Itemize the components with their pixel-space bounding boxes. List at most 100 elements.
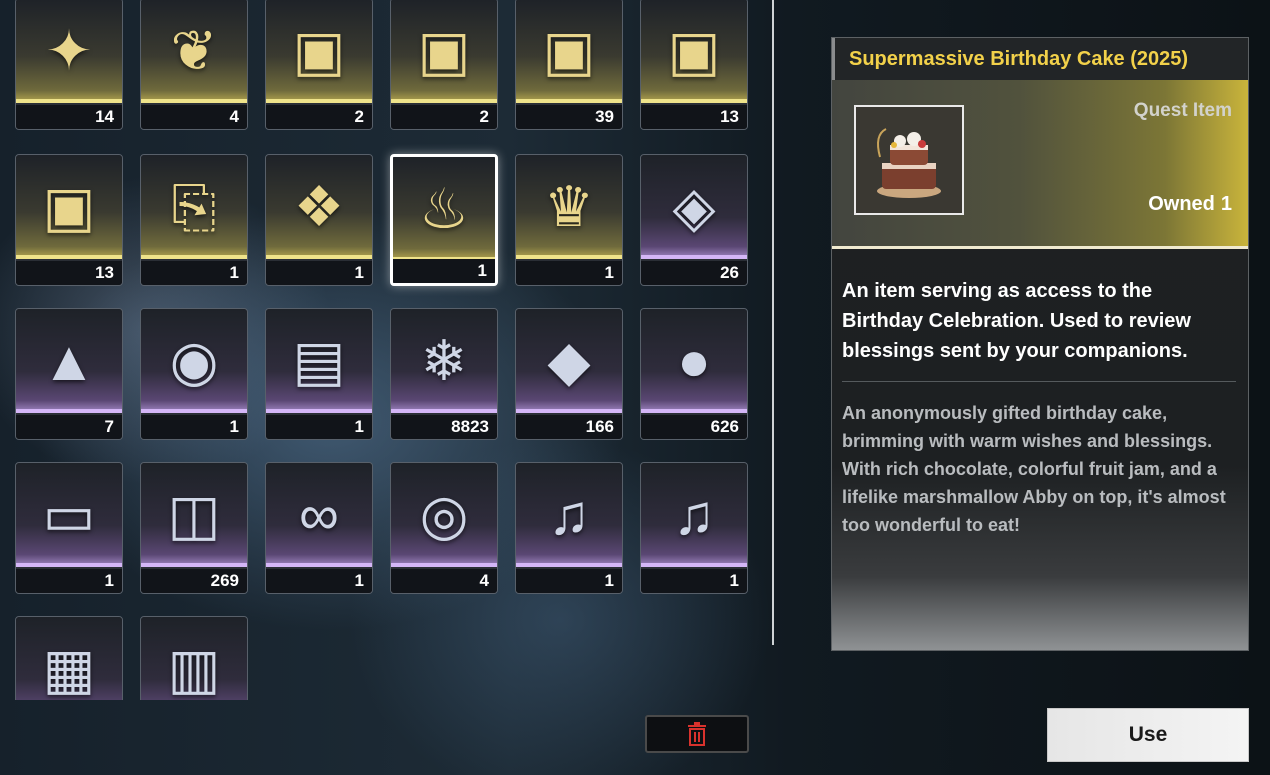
inventory-slot[interactable]: ▣ 2 [390,0,498,130]
item-count: 8823 [391,415,497,439]
item-art: ▥ [141,617,247,700]
card-frame-icon: ▤ [292,329,346,392]
gold-supply-box-icon: ▣ [542,19,596,82]
trash-icon [688,722,706,746]
item-art: ◉ [141,309,247,413]
item-count: 14 [16,105,122,129]
item-count: 1 [266,261,372,285]
inventory-slot[interactable]: ⎘ 1 [140,154,248,286]
inventory-slot[interactable]: ❖ 1 [265,154,373,286]
red-supply-box-icon: ▣ [42,175,96,238]
use-button[interactable]: Use [1047,708,1249,762]
photo-cards-icon: ▦ [42,637,96,700]
music-box-icon: ♫ [673,483,715,546]
birthday-cake-icon [877,128,941,198]
inventory-slot[interactable]: ◉ 1 [140,308,248,440]
item-count: 1 [516,261,622,285]
item-count: 269 [141,569,247,593]
inventory-slot[interactable]: ◫ 269 [140,462,248,594]
item-thumbnail [854,105,964,215]
owned-count: Owned 1 [1142,193,1232,216]
item-header: Quest Item Owned 1 [832,80,1248,249]
item-art: ♫ [641,463,747,567]
scrollbar[interactable] [772,0,774,645]
infinity-charm-icon: ∞ [299,483,339,546]
item-count: 1 [516,569,622,593]
inventory-slot[interactable]: ❦ 4 [140,0,248,130]
item-art: ✦ [16,0,122,103]
glowing-cube-icon: ◈ [672,175,716,238]
inventory-slot[interactable]: ▦ [15,616,123,700]
item-art: ▣ [266,0,372,103]
inventory-slot[interactable]: ♨ 1 [390,154,498,286]
inventory-slot[interactable]: ♫ 1 [515,462,623,594]
item-art: ❦ [141,0,247,103]
camera-icon: ◎ [419,483,469,546]
item-art: ♨ [393,157,495,261]
triangle-case-icon: ▲ [41,329,97,392]
item-count: 1 [141,415,247,439]
item-art: ▦ [16,617,122,700]
inventory-slot[interactable]: ❄ 8823 [390,308,498,440]
medal-keychain-icon: ◉ [169,329,219,392]
purple-crate-icon: ◫ [167,483,221,546]
iridescent-coral-icon: ❦ [170,19,218,82]
inventory-slot[interactable]: ▣ 13 [15,154,123,286]
item-art: ♛ [516,155,622,259]
item-count: 166 [516,415,622,439]
birthday-cake-icon: ♨ [418,177,470,240]
inventory-slot[interactable]: ✦ 14 [15,0,123,130]
item-art: ▲ [16,309,122,413]
item-art: ❄ [391,309,497,413]
item-count: 39 [516,105,622,129]
item-art: ▤ [266,309,372,413]
item-count: 2 [266,105,372,129]
inventory-slot[interactable]: ▣ 39 [515,0,623,130]
crystal-feather-icon: ❖ [293,175,345,238]
ice-coral-icon: ❄ [420,329,468,392]
silver-supply-box-icon: ▣ [417,19,471,82]
inventory-grid: ✦ 14 ❦ 4 ▣ 2 ▣ 2 ▣ 39 ▣ 13 ▣ 13 ⎘ 1 ❖ 1 ♨ 1 ♛ 1 ◈ 26 ▲ 7 ◉ 1 ▤ 1 ❄ 8823… [15,0,755,700]
item-art: ⎘ [141,155,247,259]
inventory-slot[interactable]: ♛ 1 [515,154,623,286]
item-count: 1 [641,569,747,593]
inventory-slot[interactable]: ● 626 [640,308,748,440]
item-description: An item serving as access to the Birthda… [842,280,1191,362]
inventory-slot[interactable]: ♫ 1 [640,462,748,594]
item-lore: An anonymously gifted birthday cake, bri… [842,403,1226,535]
item-type: Quest Item [1133,100,1232,121]
red-supply-box-icon: ▣ [667,19,721,82]
item-count: 13 [641,105,747,129]
inventory-slot[interactable]: ▣ 13 [640,0,748,130]
inventory-slot[interactable]: ◈ 26 [640,154,748,286]
inventory-slot[interactable]: ∞ 1 [265,462,373,594]
golden-crown-icon: ♛ [543,175,595,238]
item-count: 1 [393,259,495,283]
item-art: ♫ [516,463,622,567]
item-count: 1 [266,415,372,439]
item-count: 13 [16,261,122,285]
discard-button[interactable] [645,715,749,753]
item-art: ∞ [266,463,372,567]
inventory-slot[interactable]: ◎ 4 [390,462,498,594]
ticket-device-icon: ⎘ [171,175,217,238]
device-case-icon: ▥ [167,637,221,700]
inventory-slot[interactable]: ▲ 7 [15,308,123,440]
inventory-slot[interactable]: ▤ 1 [265,308,373,440]
item-count: 626 [641,415,747,439]
item-count: 4 [141,105,247,129]
inventory-slot[interactable]: ▭ 1 [15,462,123,594]
item-count: 1 [141,261,247,285]
item-art: ● [641,309,747,413]
item-art: ◈ [641,155,747,259]
metal-chest-icon: ▭ [42,483,96,546]
inventory-slot[interactable]: ◆ 166 [515,308,623,440]
item-art: ❖ [266,155,372,259]
owned-label: Owned [1148,193,1215,215]
inventory-slot[interactable]: ▥ [140,616,248,700]
item-title: Supermassive Birthday Cake (2025) [832,38,1248,80]
item-art: ▣ [641,0,747,103]
item-count: 7 [16,415,122,439]
item-count: 1 [266,569,372,593]
inventory-slot[interactable]: ▣ 2 [265,0,373,130]
